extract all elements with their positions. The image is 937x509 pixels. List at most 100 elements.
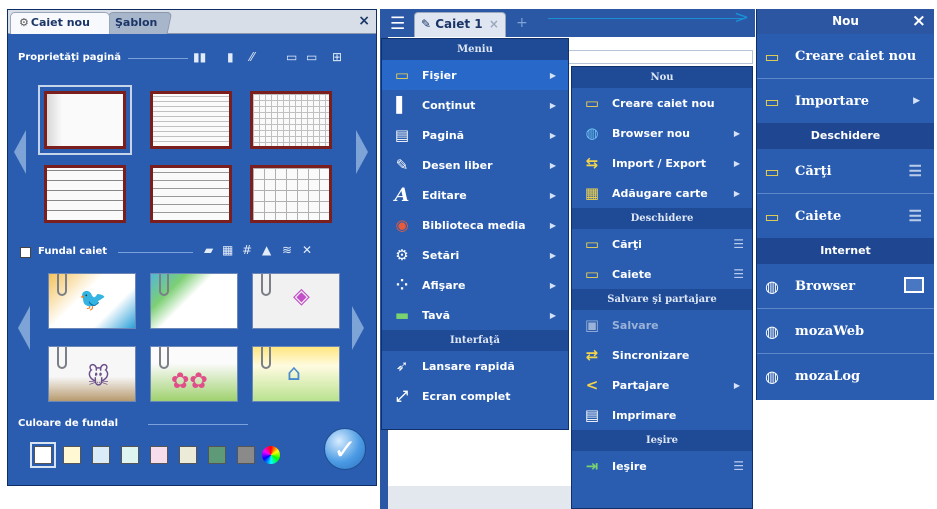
shuffle-icon[interactable]: ✕ — [302, 243, 312, 257]
menu-item-save[interactable]: ▣ Salvare — [572, 310, 752, 340]
menu-item-label: Desen liber — [422, 158, 493, 172]
menu-item-edit[interactable]: A Editare ▶ — [382, 180, 568, 210]
page-type-blank[interactable] — [38, 85, 132, 155]
rp-item-books[interactable]: ▭ Cărţi ☰ — [757, 149, 934, 193]
menu-item-tray[interactable]: ▬ Tavă ▶ — [382, 300, 568, 330]
page-type-big-grid[interactable] — [250, 165, 332, 223]
menu-item-label: Imprimare — [612, 408, 677, 422]
menu-item-share[interactable]: < Partajare ▶ — [572, 370, 752, 400]
menu-item-label: Fişier — [422, 68, 457, 82]
color-swatch-white[interactable] — [30, 442, 56, 468]
flip-icon[interactable]: ▲ — [262, 243, 271, 257]
prev-arrow-icon[interactable] — [14, 130, 26, 174]
folder-icon[interactable]: ▰ — [204, 243, 213, 257]
pencil-icon: ✎ — [395, 156, 409, 174]
tab-new-notebook[interactable]: ⚙ Caiet nou — [10, 12, 110, 34]
menu-item-notebooks[interactable]: ▭ Caiete ☰ — [572, 259, 752, 289]
rp-item-new-notebook[interactable]: ▭ Creare caiet nou — [757, 34, 934, 78]
grid-icon[interactable]: # — [242, 243, 252, 257]
background-hanging-shapes[interactable]: ◈ — [252, 273, 340, 329]
list-icon[interactable]: ☰ — [733, 267, 744, 281]
menu-item-books[interactable]: ▭ Cărţi ☰ — [572, 229, 752, 259]
menu-item-exit[interactable]: ⇥ Ieşire ☰ — [572, 451, 752, 481]
layers-icon[interactable]: ≋ — [282, 243, 292, 257]
color-swatch-light-blue[interactable] — [92, 446, 110, 464]
open-section-header: Deschidere — [757, 123, 934, 149]
bottom-area — [388, 486, 572, 509]
screen-fit-icon[interactable]: ⊞ — [332, 50, 342, 64]
page-type-small-grid[interactable] — [250, 91, 332, 149]
background-kingfisher[interactable]: 🐦 — [48, 273, 136, 329]
import-icon: ▭ — [764, 91, 780, 111]
new-tab-icon[interactable]: + — [516, 15, 528, 31]
prev-arrow-icon[interactable] — [18, 306, 30, 350]
menu-item-page[interactable]: ▤ Pagină ▶ — [382, 120, 568, 150]
bird-icon: 🐦 — [79, 288, 107, 313]
chevron-right-icon: ▶ — [549, 220, 556, 230]
save-icon: ▣ — [584, 316, 600, 334]
rp-item-mozalog[interactable]: ◍ mozaLog — [757, 354, 934, 398]
rp-item-notebooks[interactable]: ▭ Caiete ☰ — [757, 194, 934, 238]
confirm-button[interactable]: ✓ — [324, 428, 366, 470]
gear-icon: ⚙ — [395, 246, 409, 264]
color-swatch-green[interactable] — [208, 446, 226, 464]
notebook-background-checkbox[interactable] — [20, 247, 31, 258]
menu-item-new-browser[interactable]: ◍ Browser nou ▶ — [572, 118, 752, 148]
menu-item-media-library[interactable]: ◉ Biblioteca media ▶ — [382, 210, 568, 240]
globe-icon: ◍ — [765, 321, 779, 341]
single-page-icon[interactable]: ▮ — [227, 50, 234, 64]
background-mouse[interactable]: 🐭 — [48, 346, 136, 402]
menu-item-new-notebook[interactable]: ▭ Creare caiet nou — [572, 88, 752, 118]
rotate-page-icon[interactable]: ⁄⁄ — [250, 50, 254, 64]
list-icon[interactable]: ☰ — [733, 459, 744, 473]
menu-item-add-book[interactable]: ▦ Adăugare carte ▶ — [572, 178, 752, 208]
menu-item-quick-launch[interactable]: ➶ Lansare rapidă — [382, 351, 568, 381]
menu-item-content[interactable]: ▌ Conţinut ▶ — [382, 90, 568, 120]
screen-wide-icon[interactable]: ▭ — [286, 50, 297, 64]
color-swatch-gray[interactable] — [237, 446, 255, 464]
list-icon[interactable]: ☰ — [909, 162, 922, 180]
globe-icon: ◍ — [585, 124, 599, 142]
rp-item-browser[interactable]: ◍ Browser — [757, 264, 934, 308]
close-tab-icon[interactable]: × — [489, 17, 499, 31]
list-icon[interactable]: ☰ — [909, 207, 922, 225]
close-icon[interactable]: × — [358, 13, 370, 29]
two-pages-icon[interactable]: ▮▮ — [193, 50, 206, 64]
menu-hamburger-icon[interactable]: ☰ — [390, 14, 405, 34]
color-swatch-mint[interactable] — [121, 446, 139, 464]
menu-item-settings[interactable]: ⚙ Setări ▶ — [382, 240, 568, 270]
background-flowers[interactable]: ✿✿ — [150, 346, 238, 402]
menu-item-free-draw[interactable]: ✎ Desen liber ▶ — [382, 150, 568, 180]
panel-tabs: ⚙ Caiet nou Şablon × — [8, 10, 376, 34]
background-house[interactable]: ⌂ — [252, 346, 340, 402]
background-triangles[interactable] — [150, 273, 238, 329]
menu-item-display[interactable]: ⁘ Afişare ▶ — [382, 270, 568, 300]
menu-item-import-export[interactable]: ⇆ Import / Export ▶ — [572, 148, 752, 178]
color-swatch-beige[interactable] — [179, 446, 197, 464]
chevron-right-icon: ▶ — [549, 70, 556, 80]
menu-item-file[interactable]: ▭ Fişier ▶ — [382, 60, 568, 90]
color-wheel-icon[interactable] — [262, 446, 280, 464]
page-type-medium-lines[interactable] — [150, 165, 232, 223]
document-tab[interactable]: ✎ Caiet 1 × — [414, 12, 506, 37]
close-icon[interactable]: × — [912, 9, 926, 34]
browser-toggle[interactable] — [904, 277, 924, 293]
page-type-narrow-lines[interactable] — [150, 91, 232, 149]
menu-item-print[interactable]: ▤ Imprimare — [572, 400, 752, 430]
list-icon[interactable]: ☰ — [733, 237, 744, 251]
fullscreen-icon: ⤢ — [395, 387, 408, 405]
next-arrow-icon[interactable] — [352, 306, 364, 350]
tab-template[interactable]: Şablon — [103, 12, 173, 34]
color-swatch-cream[interactable] — [63, 446, 81, 464]
sync-icon: ⇄ — [585, 346, 599, 364]
rp-item-import[interactable]: ▭ Importare ▶ — [757, 79, 934, 123]
chevron-right-icon: ▶ — [733, 158, 740, 168]
screen-normal-icon[interactable]: ▭ — [306, 50, 317, 64]
menu-item-fullscreen[interactable]: ⤢ Ecran complet — [382, 381, 568, 411]
color-swatch-pink[interactable] — [150, 446, 168, 464]
page-type-wide-lines[interactable] — [44, 165, 126, 223]
next-arrow-icon[interactable] — [356, 130, 368, 174]
rp-item-mozaweb[interactable]: ◍ mozaWeb — [757, 309, 934, 353]
menu-item-sync[interactable]: ⇄ Sincronizare — [572, 340, 752, 370]
film-icon[interactable]: ▦ — [222, 243, 233, 257]
